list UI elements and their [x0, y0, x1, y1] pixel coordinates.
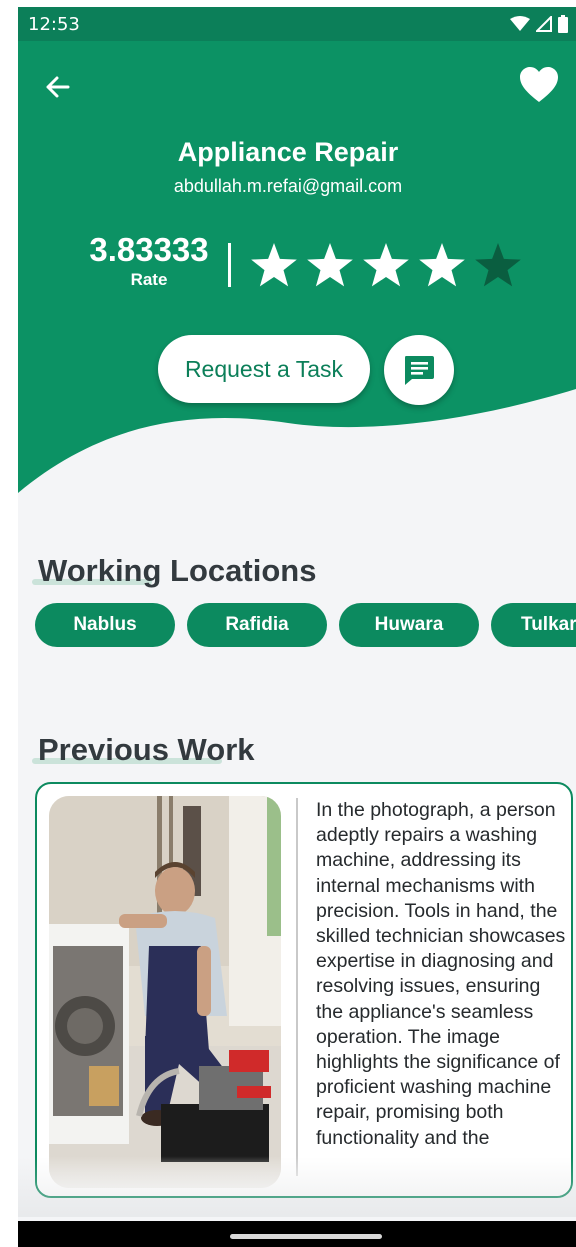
home-gesture-handle[interactable] [230, 1234, 382, 1239]
screen: 12:53 Appliance Repair abdullah.m.refai@… [18, 7, 576, 1247]
status-icons [510, 15, 568, 33]
request-task-button[interactable]: Request a Task [158, 335, 370, 403]
star-filled-icon [251, 243, 297, 287]
previous-work-title: Previous Work [38, 732, 255, 767]
rating-label: Rate [130, 270, 168, 289]
rating-block: 3.83333 Rate [84, 231, 214, 291]
rating-divider [228, 243, 231, 287]
location-chips: Nablus Rafidia Huwara Tulkar [35, 603, 576, 647]
message-button[interactable] [384, 335, 454, 405]
heart-icon [520, 67, 558, 102]
star-filled-icon [363, 243, 409, 287]
star-filled-icon [419, 243, 465, 287]
location-chip-huwara[interactable]: Huwara [339, 603, 479, 647]
bottom-fade [18, 1157, 576, 1217]
location-chip-nablus[interactable]: Nablus [35, 603, 175, 647]
location-chip-tulkarm[interactable]: Tulkar [491, 603, 576, 647]
status-bar: 12:53 [18, 7, 576, 41]
location-chip-rafidia[interactable]: Rafidia [187, 603, 327, 647]
arrow-back-icon [46, 76, 70, 98]
chat-icon [405, 356, 434, 385]
work-card-divider [296, 798, 298, 1176]
provider-email: abdullah.m.refai@gmail.com [173, 176, 403, 196]
status-time: 12:53 [28, 14, 80, 35]
battery-icon [558, 15, 568, 33]
star-filled-icon [307, 243, 353, 287]
back-button[interactable] [40, 69, 76, 105]
favorite-button[interactable] [518, 66, 560, 104]
signal-icon [536, 16, 552, 32]
locations-title: Working Locations [38, 553, 317, 588]
work-photo [49, 796, 281, 1188]
star-empty-icon [475, 243, 521, 287]
wifi-icon [510, 16, 530, 31]
profile-header: Appliance Repair abdullah.m.refai@gmail.… [18, 41, 576, 501]
service-title: Appliance Repair [177, 137, 399, 167]
rating-value: 3.83333 [89, 231, 209, 268]
previous-work-card[interactable]: In the photograph, a person adeptly repa… [35, 782, 573, 1198]
star-rating [251, 243, 521, 287]
work-description: In the photograph, a person adeptly repa… [316, 799, 566, 1149]
technician-photo-image [49, 796, 281, 1188]
